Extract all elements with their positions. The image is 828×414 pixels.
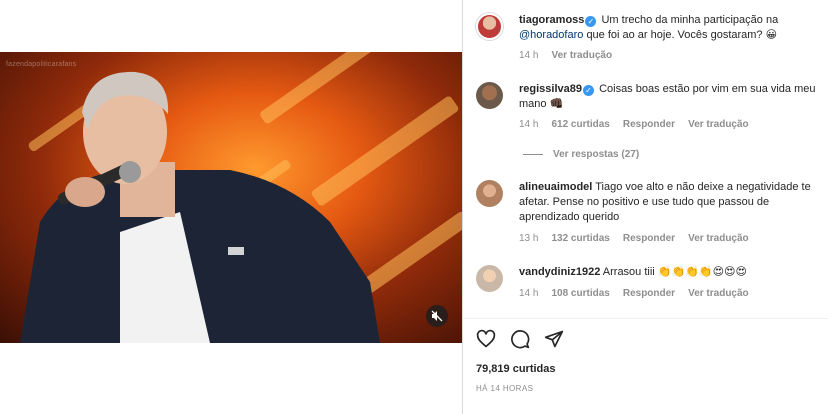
share-icon (544, 330, 564, 348)
action-bar (475, 328, 565, 352)
avatar[interactable] (476, 13, 503, 40)
comment-username[interactable]: vandydiniz1922 (519, 266, 600, 278)
avatar[interactable] (476, 265, 503, 292)
singer-figure (20, 71, 380, 343)
comment-username[interactable]: regissilva89 (519, 83, 582, 95)
comment-time[interactable]: 14 h (519, 119, 538, 130)
reply-button[interactable]: Responder (623, 119, 675, 130)
caption-time[interactable]: 14 h (519, 50, 538, 61)
caption-text-after: que foi ao ar hoje. Vocês gostaram? 😀 (586, 29, 778, 41)
comment-body: Arrasou tiii 👏👏👏👏😍😍😍 (602, 266, 747, 278)
comment-meta: 14 h 612 curtidas Responder Ver tradução (519, 119, 762, 130)
caption-translate[interactable]: Ver tradução (551, 50, 612, 61)
likes-count[interactable]: 79,819 curtidas (476, 363, 556, 375)
actions-divider (463, 318, 828, 319)
verified-icon: ✓ (583, 85, 594, 96)
reply-button[interactable]: Responder (623, 233, 675, 244)
avatar[interactable] (476, 180, 503, 207)
mute-icon (431, 310, 443, 322)
comment-likes[interactable]: 612 curtidas (551, 119, 609, 130)
comment-text: regissilva89 ✓ Coisas boas estão por vim … (519, 82, 828, 112)
heart-icon (476, 329, 496, 348)
comment-time[interactable]: 13 h (519, 233, 538, 244)
verified-icon: ✓ (585, 16, 597, 27)
like-button[interactable] (475, 328, 497, 350)
caption-username[interactable]: tiagoramoss (519, 14, 584, 26)
avatar[interactable] (476, 82, 503, 109)
translate-button[interactable]: Ver tradução (688, 119, 749, 130)
caption-text-before: Um trecho da minha participação na (601, 14, 779, 26)
reply-button[interactable]: Responder (623, 288, 675, 299)
comment-time[interactable]: 14 h (519, 288, 538, 299)
comment-username[interactable]: alineuaimodel (519, 181, 592, 193)
comment-text: alineuaimodel Tiago voe alto e não deixe… (519, 180, 828, 225)
comment-meta: 14 h 108 curtidas Responder Ver tradução (519, 288, 762, 299)
view-replies-button[interactable]: Ver respostas (27) (523, 149, 639, 160)
share-button[interactable] (543, 328, 565, 350)
caption-meta: 14 h Ver tradução (519, 50, 625, 61)
comment-icon (511, 330, 530, 349)
posted-time[interactable]: HÁ 14 HORAS (476, 384, 533, 393)
caption-text: tiagoramoss ✓ Um trecho da minha particip… (519, 13, 828, 43)
translate-button[interactable]: Ver tradução (688, 233, 749, 244)
comment-likes[interactable]: 132 curtidas (551, 233, 609, 244)
translate-button[interactable]: Ver tradução (688, 288, 749, 299)
media-pane: fazendapoliticarafans (0, 0, 462, 414)
mute-button[interactable] (426, 305, 448, 327)
comment-button[interactable] (509, 328, 531, 350)
instagram-post: fazendapoliticarafans tiagoramoss ✓ Um tr… (0, 0, 828, 414)
comment-text: vandydiniz1922 Arrasou tiii 👏👏👏👏😍😍😍 (519, 265, 828, 280)
comment-likes[interactable]: 108 curtidas (551, 288, 609, 299)
post-video[interactable]: fazendapoliticarafans (0, 52, 462, 343)
video-watermark: fazendapoliticarafans (6, 61, 77, 68)
comment-meta: 13 h 132 curtidas Responder Ver tradução (519, 233, 762, 244)
caption-mention[interactable]: @horadofaro (519, 29, 583, 41)
